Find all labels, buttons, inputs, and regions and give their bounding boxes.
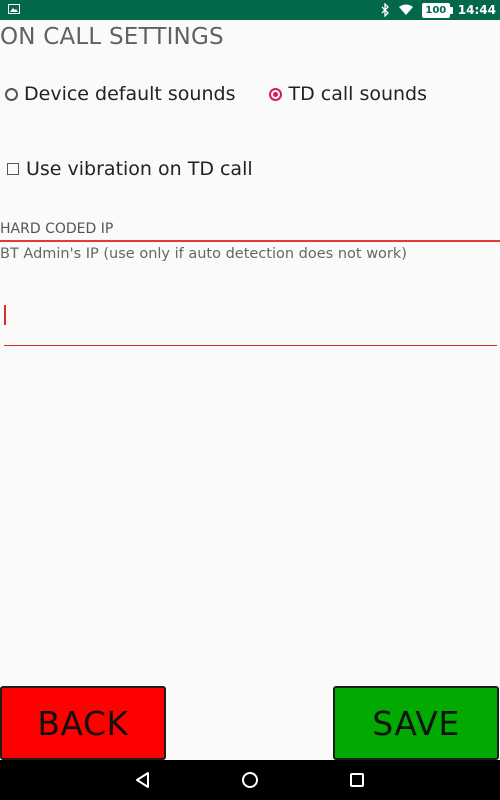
vibration-checkbox[interactable] xyxy=(7,163,19,175)
section-header-hard-coded-ip: HARD CODED IP xyxy=(0,221,114,237)
wifi-icon xyxy=(398,4,413,15)
section-divider xyxy=(0,240,500,242)
picture-icon xyxy=(8,4,20,14)
radio-label: TD call sounds xyxy=(288,83,428,105)
radio-td-call-sounds[interactable]: TD call sounds xyxy=(269,83,427,105)
battery-indicator: 100 xyxy=(421,2,453,18)
recents-icon[interactable] xyxy=(347,770,367,790)
back-icon[interactable] xyxy=(133,770,153,790)
text-cursor xyxy=(4,305,6,325)
vibration-checkbox-row[interactable]: Use vibration on TD call xyxy=(7,158,253,180)
ip-help-text: BT Admin's IP (use only if auto detectio… xyxy=(0,246,407,262)
status-right: 100 14:44 xyxy=(381,2,496,18)
save-button[interactable]: SAVE xyxy=(333,686,499,760)
page-title: ON CALL SETTINGS xyxy=(0,24,224,50)
ip-address-input[interactable] xyxy=(4,300,497,346)
radio-label: Device default sounds xyxy=(24,83,236,105)
back-button[interactable]: BACK xyxy=(0,686,166,760)
radio-button-checked[interactable] xyxy=(269,87,283,101)
bluetooth-icon xyxy=(381,3,389,17)
vibration-checkbox-label: Use vibration on TD call xyxy=(26,158,253,180)
home-icon[interactable] xyxy=(240,770,260,790)
navigation-bar xyxy=(0,760,500,800)
radio-device-default-sounds[interactable]: Device default sounds xyxy=(5,83,235,105)
status-time: 14:44 xyxy=(457,3,496,17)
radio-button-unchecked[interactable] xyxy=(5,87,18,101)
sound-option-group: Device default sounds TD call sounds xyxy=(5,83,427,105)
status-bar: 100 14:44 xyxy=(0,0,500,20)
